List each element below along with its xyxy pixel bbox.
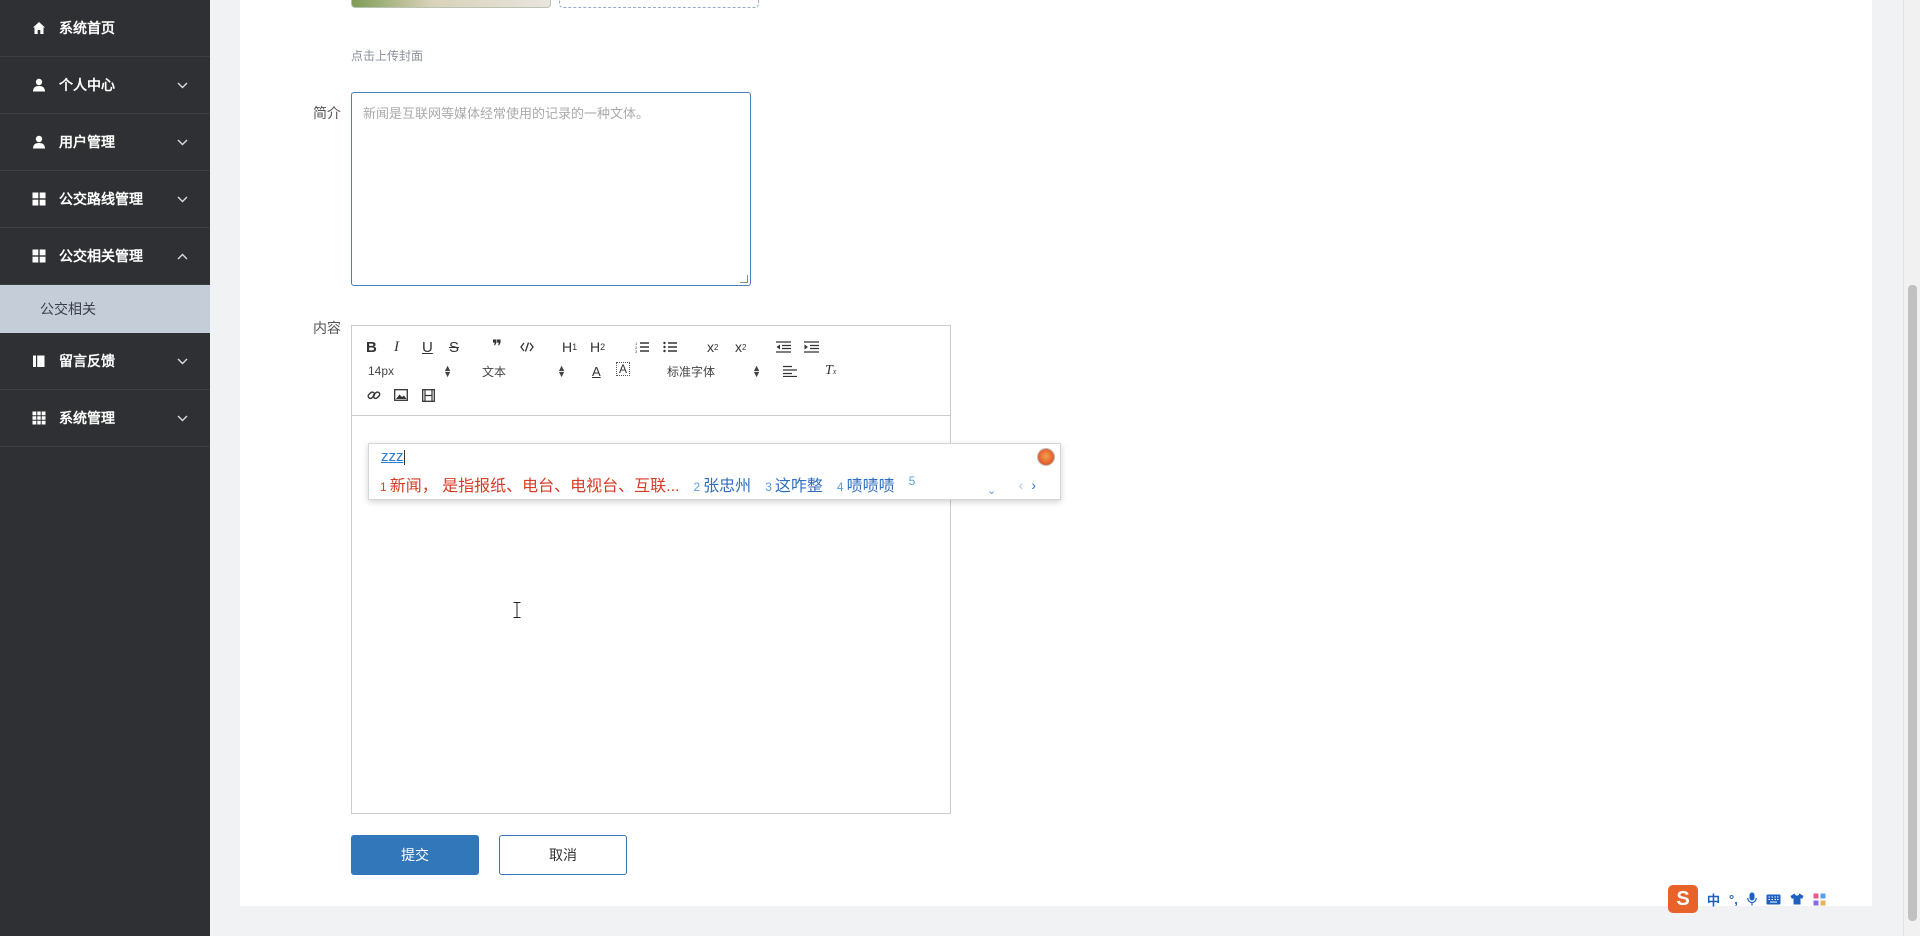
video-icon[interactable]	[422, 386, 435, 404]
grid-icon	[32, 249, 46, 263]
ime-candidate-popup: zzz 1 新闻， 是指报纸、电台、电视台、互联... 2 张忠州 3 这咋整 4 啧啧…	[368, 443, 1061, 500]
chevron-down-icon	[176, 136, 188, 148]
content-label: 内容	[313, 320, 341, 336]
grid-icon	[32, 192, 46, 206]
cover-upload-hint: 点击上传封面	[351, 49, 424, 63]
ime-candidate[interactable]: 5	[909, 472, 919, 496]
ime-expand-icon[interactable]: ⌄	[987, 484, 996, 497]
editor-toolbar: B I U S ❞ H1 H2 123 x2 x2 14px ▲ ▼ 文本 ▲ ▼ …	[352, 326, 950, 416]
ime-page-nav: ‹ ›	[1019, 477, 1036, 493]
sidebar-item-bus-related[interactable]: 公交相关管理	[0, 228, 210, 285]
sidebar-item-home[interactable]: 系统首页	[0, 0, 210, 57]
h2-icon[interactable]: H2	[590, 338, 605, 356]
strike-icon[interactable]: S	[449, 338, 459, 356]
cover-image-thumbnail[interactable]	[351, 0, 551, 8]
submit-button[interactable]: 提交	[351, 835, 479, 875]
intro-label: 简介	[313, 105, 341, 121]
bullet-list-icon[interactable]	[663, 338, 677, 356]
ime-status-bar: S 中 °,	[1668, 885, 1844, 913]
chevron-down-icon	[176, 412, 188, 424]
ordered-list-icon[interactable]: 123	[635, 338, 649, 356]
sidebar-item-profile[interactable]: 个人中心	[0, 57, 210, 114]
font-size-value: 14px	[368, 364, 395, 378]
ime-skin-icon[interactable]	[1037, 448, 1055, 466]
scrollbar-thumb[interactable]	[1908, 285, 1917, 921]
sidebar-item-label: 用户管理	[59, 134, 115, 150]
ime-mode-toggle[interactable]: 中	[1707, 889, 1720, 909]
sidebar-item-feedback[interactable]: 留言反馈	[0, 333, 210, 390]
blockquote-icon[interactable]: ❞	[492, 337, 502, 356]
intro-textarea[interactable]: 新闻是互联网等媒体经常使用的记录的一种文体。	[351, 92, 751, 286]
intro-placeholder: 新闻是互联网等媒体经常使用的记录的一种文体。	[363, 106, 650, 121]
chevron-down-icon	[176, 79, 188, 91]
cover-upload-slot[interactable]	[559, 0, 759, 8]
sidebar-item-users[interactable]: 用户管理	[0, 114, 210, 171]
sidebar-item-bus-routes[interactable]: 公交路线管理	[0, 171, 210, 228]
ime-composition-text: zzz	[381, 448, 405, 465]
select-arrows-icon: ▲ ▼	[752, 363, 761, 379]
ime-next-icon[interactable]: ›	[1031, 477, 1036, 493]
sogou-logo-icon[interactable]: S	[1668, 885, 1698, 913]
block-format-value: 文本	[482, 364, 507, 379]
superscript-icon[interactable]: x2	[735, 338, 746, 356]
ime-candidates: 1 新闻， 是指报纸、电台、电视台、互联... 2 张忠州 3 这咋整 4 啧啧啧 5	[380, 472, 918, 496]
text-cursor-icon	[513, 602, 521, 618]
code-icon[interactable]	[520, 338, 534, 356]
italic-icon[interactable]: I	[394, 338, 399, 356]
link-icon[interactable]	[367, 386, 381, 404]
block-format-select[interactable]: 文本 ▲ ▼	[482, 362, 566, 380]
font-family-select[interactable]: 标准字体 ▲ ▼	[667, 362, 761, 380]
sidebar-item-label: 个人中心	[59, 77, 115, 93]
select-arrows-icon: ▲ ▼	[557, 363, 566, 379]
cancel-button[interactable]: 取消	[499, 835, 627, 875]
sidebar-item-label: 公交路线管理	[59, 191, 143, 207]
sidebar-item-label: 公交相关管理	[59, 248, 143, 264]
ime-punct-toggle[interactable]: °,	[1729, 889, 1738, 909]
background-color-icon[interactable]: A	[616, 362, 630, 376]
font-size-select[interactable]: 14px ▲ ▼	[368, 362, 452, 380]
home-icon	[32, 21, 46, 35]
svg-text:3: 3	[635, 349, 638, 353]
sidebar: 系统首页 个人中心 用户管理 公交路线管理 公交相关管理 公交相关 留言反馈 系…	[0, 0, 210, 936]
font-color-icon[interactable]: A	[592, 362, 601, 380]
sidebar-item-label: 系统管理	[59, 410, 115, 426]
resize-handle-icon[interactable]	[740, 275, 748, 283]
ime-prev-icon[interactable]: ‹	[1019, 477, 1024, 493]
ime-candidate[interactable]: 4 啧啧啧	[837, 472, 895, 496]
chevron-down-icon	[176, 193, 188, 205]
sidebar-item-label: 系统首页	[59, 20, 115, 36]
microphone-icon[interactable]	[1747, 889, 1757, 909]
clear-format-icon[interactable]: Tx	[825, 362, 836, 380]
sidebar-item-system[interactable]: 系统管理	[0, 390, 210, 447]
skin-shirt-icon[interactable]	[1790, 889, 1804, 909]
chevron-down-icon	[176, 355, 188, 367]
book-icon	[32, 354, 46, 368]
chevron-up-icon	[176, 250, 188, 262]
rich-text-editor: B I U S ❞ H1 H2 123 x2 x2 14px ▲ ▼ 文本 ▲ ▼ …	[351, 325, 951, 814]
table-icon	[32, 411, 46, 425]
image-icon[interactable]	[394, 386, 408, 404]
ime-candidate[interactable]: 3 这咋整	[765, 472, 823, 496]
page-scrollbar[interactable]	[1903, 0, 1920, 936]
select-arrows-icon: ▲ ▼	[443, 363, 452, 379]
subscript-icon[interactable]: x2	[707, 338, 718, 356]
ime-candidate[interactable]: 2 张忠州	[693, 472, 751, 496]
h1-icon[interactable]: H1	[562, 338, 577, 356]
toolbox-icon[interactable]	[1813, 889, 1826, 909]
indent-increase-icon[interactable]	[804, 338, 819, 356]
ime-candidate[interactable]: 1 新闻， 是指报纸、电台、电视台、互联...	[380, 472, 679, 496]
bold-icon[interactable]: B	[366, 338, 377, 356]
sidebar-item-label: 留言反馈	[59, 353, 115, 369]
user-icon	[32, 135, 46, 149]
indent-decrease-icon[interactable]	[776, 338, 791, 356]
user-icon	[32, 78, 46, 92]
font-family-value: 标准字体	[667, 364, 716, 379]
underline-icon[interactable]: U	[422, 338, 433, 356]
keyboard-icon[interactable]	[1766, 889, 1781, 909]
sidebar-subitem-bus-related[interactable]: 公交相关	[0, 285, 210, 333]
align-icon[interactable]	[783, 362, 797, 380]
